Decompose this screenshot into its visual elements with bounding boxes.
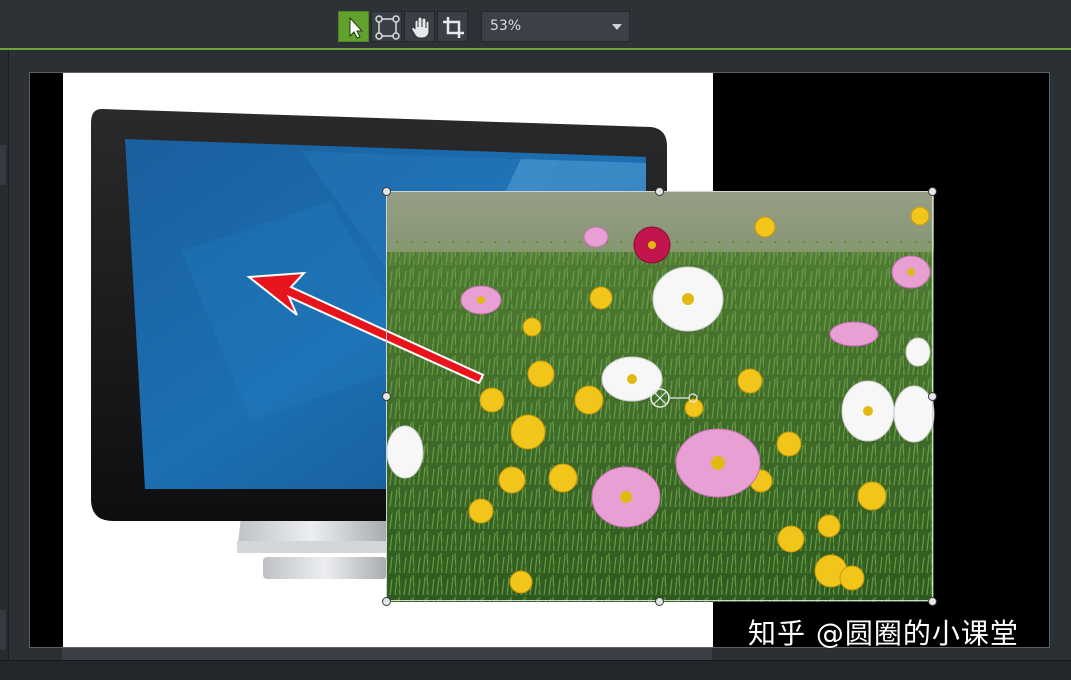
resize-handle-top-left[interactable] xyxy=(382,187,391,196)
select-tool-button[interactable] xyxy=(338,11,369,42)
side-panel-tab[interactable] xyxy=(0,610,6,650)
resize-handle-right[interactable] xyxy=(928,392,937,401)
crop-tool-button[interactable] xyxy=(437,11,468,42)
resize-handle-bottom-right[interactable] xyxy=(928,597,937,606)
transform-handles-icon xyxy=(375,15,400,40)
toolbar-divider xyxy=(0,48,1071,50)
resize-handle-left[interactable] xyxy=(382,392,391,401)
zoom-value: 53% xyxy=(490,18,522,34)
resize-handle-bottom-left[interactable] xyxy=(382,597,391,606)
chevron-down-icon xyxy=(612,24,622,30)
hand-icon xyxy=(411,16,430,39)
flowers-image[interactable] xyxy=(386,192,935,602)
preview-canvas[interactable] xyxy=(29,72,1050,648)
bottom-panel-edge xyxy=(0,660,1071,680)
resize-handle-bottom[interactable] xyxy=(655,597,664,606)
resize-handle-top[interactable] xyxy=(655,187,664,196)
side-panel-tab[interactable] xyxy=(0,145,6,185)
pan-tool-button[interactable] xyxy=(404,11,435,42)
side-panel-strip[interactable] xyxy=(0,50,9,679)
watermark-text: 知乎 @圆圈的小课堂 xyxy=(748,617,1019,650)
crop-icon xyxy=(443,17,464,38)
top-toolbar: 53% xyxy=(0,0,1071,48)
zoom-dropdown[interactable]: 53% xyxy=(481,11,630,42)
transform-tool-button[interactable] xyxy=(371,11,402,42)
arrow-pointer-icon xyxy=(349,16,364,39)
resize-handle-top-right[interactable] xyxy=(928,187,937,196)
